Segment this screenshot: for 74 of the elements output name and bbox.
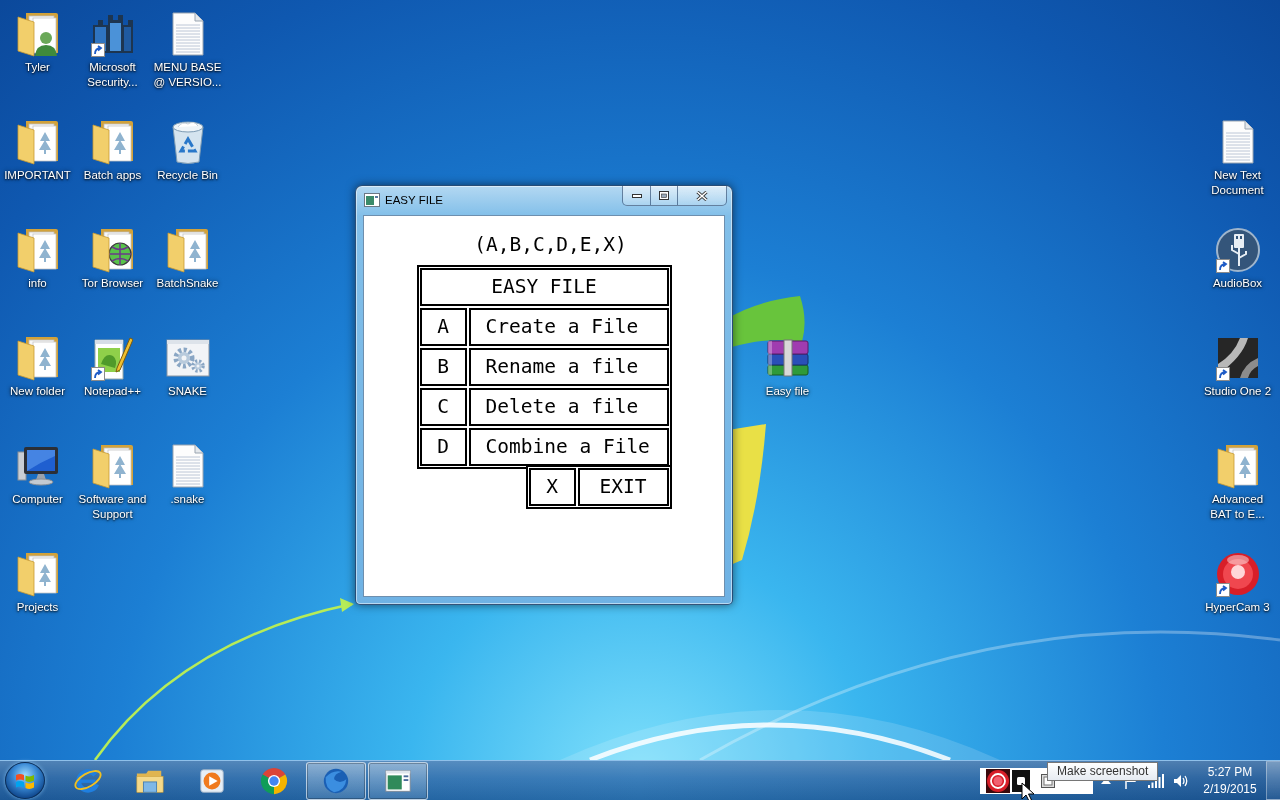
globe-folder-icon[interactable]	[91, 227, 134, 273]
minimize-button[interactable]	[622, 186, 650, 206]
text-file-icon[interactable]	[171, 444, 204, 488]
text-file-icon[interactable]	[1221, 120, 1254, 164]
icon-label[interactable]: New folder	[10, 384, 65, 399]
exit-key-cell: X	[528, 468, 576, 506]
icon-label[interactable]: Studio One 2	[1203, 384, 1272, 399]
icon-label[interactable]: Recycle Bin	[157, 168, 218, 183]
user-folder-icon[interactable]	[16, 11, 59, 57]
folder-icon[interactable]	[16, 119, 59, 165]
stop-icon[interactable]	[1012, 769, 1030, 792]
icon-label[interactable]: Tor Browser	[81, 276, 144, 291]
signal-icon[interactable]	[1147, 773, 1164, 788]
clock-time: 5:27 PM	[1207, 763, 1253, 781]
folder-icon[interactable]	[1216, 443, 1259, 489]
folder-icon[interactable]	[91, 443, 134, 489]
icon-label[interactable]: Easy file	[765, 384, 810, 399]
close-icon	[696, 190, 708, 201]
window-icon[interactable]	[364, 193, 380, 207]
icon-label[interactable]: HyperCam 3	[1205, 600, 1270, 615]
gear-icon[interactable]	[165, 339, 210, 377]
show-desktop-button[interactable]	[1266, 761, 1280, 800]
option-key-cell: B	[419, 348, 467, 386]
icon-label[interactable]: .snake	[170, 492, 205, 507]
icon-label[interactable]: info	[28, 276, 47, 291]
text-file-icon[interactable]	[171, 12, 204, 56]
menu-title-cell: EASY FILE	[419, 268, 669, 306]
folder-icon[interactable]	[91, 119, 134, 165]
minimize-icon	[631, 193, 642, 198]
icon-label[interactable]: Tyler	[25, 60, 50, 75]
icon-label[interactable]: BatchSnake	[156, 276, 219, 291]
folder-icon[interactable]	[16, 227, 59, 273]
window-title: EASY FILE	[385, 193, 443, 208]
icon-label[interactable]: Batch apps	[83, 168, 142, 183]
notepad-pencil-icon[interactable]	[92, 336, 133, 380]
maximize-button[interactable]	[650, 186, 678, 206]
icon-label[interactable]: Projects	[16, 600, 59, 615]
option-key-cell: C	[419, 388, 467, 426]
folder-icon[interactable]	[166, 227, 209, 273]
maximize-icon	[659, 191, 669, 200]
clock-date: 2/19/2015	[1203, 780, 1257, 798]
flag-logo-icon	[15, 771, 35, 790]
recycle-bin-icon[interactable]	[171, 120, 204, 164]
record-icon[interactable]	[1215, 552, 1260, 596]
option-label-cell: Create a File	[468, 308, 669, 346]
icon-label[interactable]: Advanced BAT to E...	[1201, 492, 1274, 522]
taskbar-button[interactable]	[368, 761, 428, 800]
tooltip: Make screenshot	[1047, 762, 1159, 781]
close-button[interactable]	[678, 186, 727, 206]
icon-label[interactable]: IMPORTANT	[4, 168, 71, 183]
usb-icon[interactable]	[1215, 228, 1260, 272]
taskbar-button[interactable]	[306, 761, 366, 800]
option-label-cell: Rename a file	[468, 348, 669, 386]
castle-icon[interactable]	[91, 14, 134, 54]
exit-label-cell: EXIT	[577, 468, 669, 506]
option-label-cell: Delete a file	[468, 388, 669, 426]
option-key-cell: D	[419, 428, 467, 466]
icon-label[interactable]: New Text Document	[1201, 168, 1274, 198]
icon-label[interactable]: MENU BASE @ VERSIO...	[151, 60, 224, 90]
start-button[interactable]	[5, 762, 45, 799]
icon-label[interactable]: Computer	[12, 492, 63, 507]
computer-icon[interactable]	[16, 446, 59, 486]
circle-logo-icon	[259, 765, 289, 796]
book-stack-icon[interactable]	[766, 339, 809, 377]
icon-label[interactable]: AudioBox	[1212, 276, 1263, 291]
option-key-cell: A	[419, 308, 467, 346]
menu-prompt: (A,B,C,D,E,X)	[474, 234, 627, 256]
folder-icon[interactable]	[16, 335, 59, 381]
icon-label[interactable]: Microsoft Security...	[76, 60, 149, 90]
record-icon[interactable]	[986, 768, 1010, 793]
folder-icon[interactable]	[16, 551, 59, 597]
icon-label[interactable]: Software and Support	[76, 492, 149, 522]
icon-label[interactable]: SNAKE	[168, 384, 207, 399]
icon-label[interactable]: Notepad++	[84, 384, 141, 399]
